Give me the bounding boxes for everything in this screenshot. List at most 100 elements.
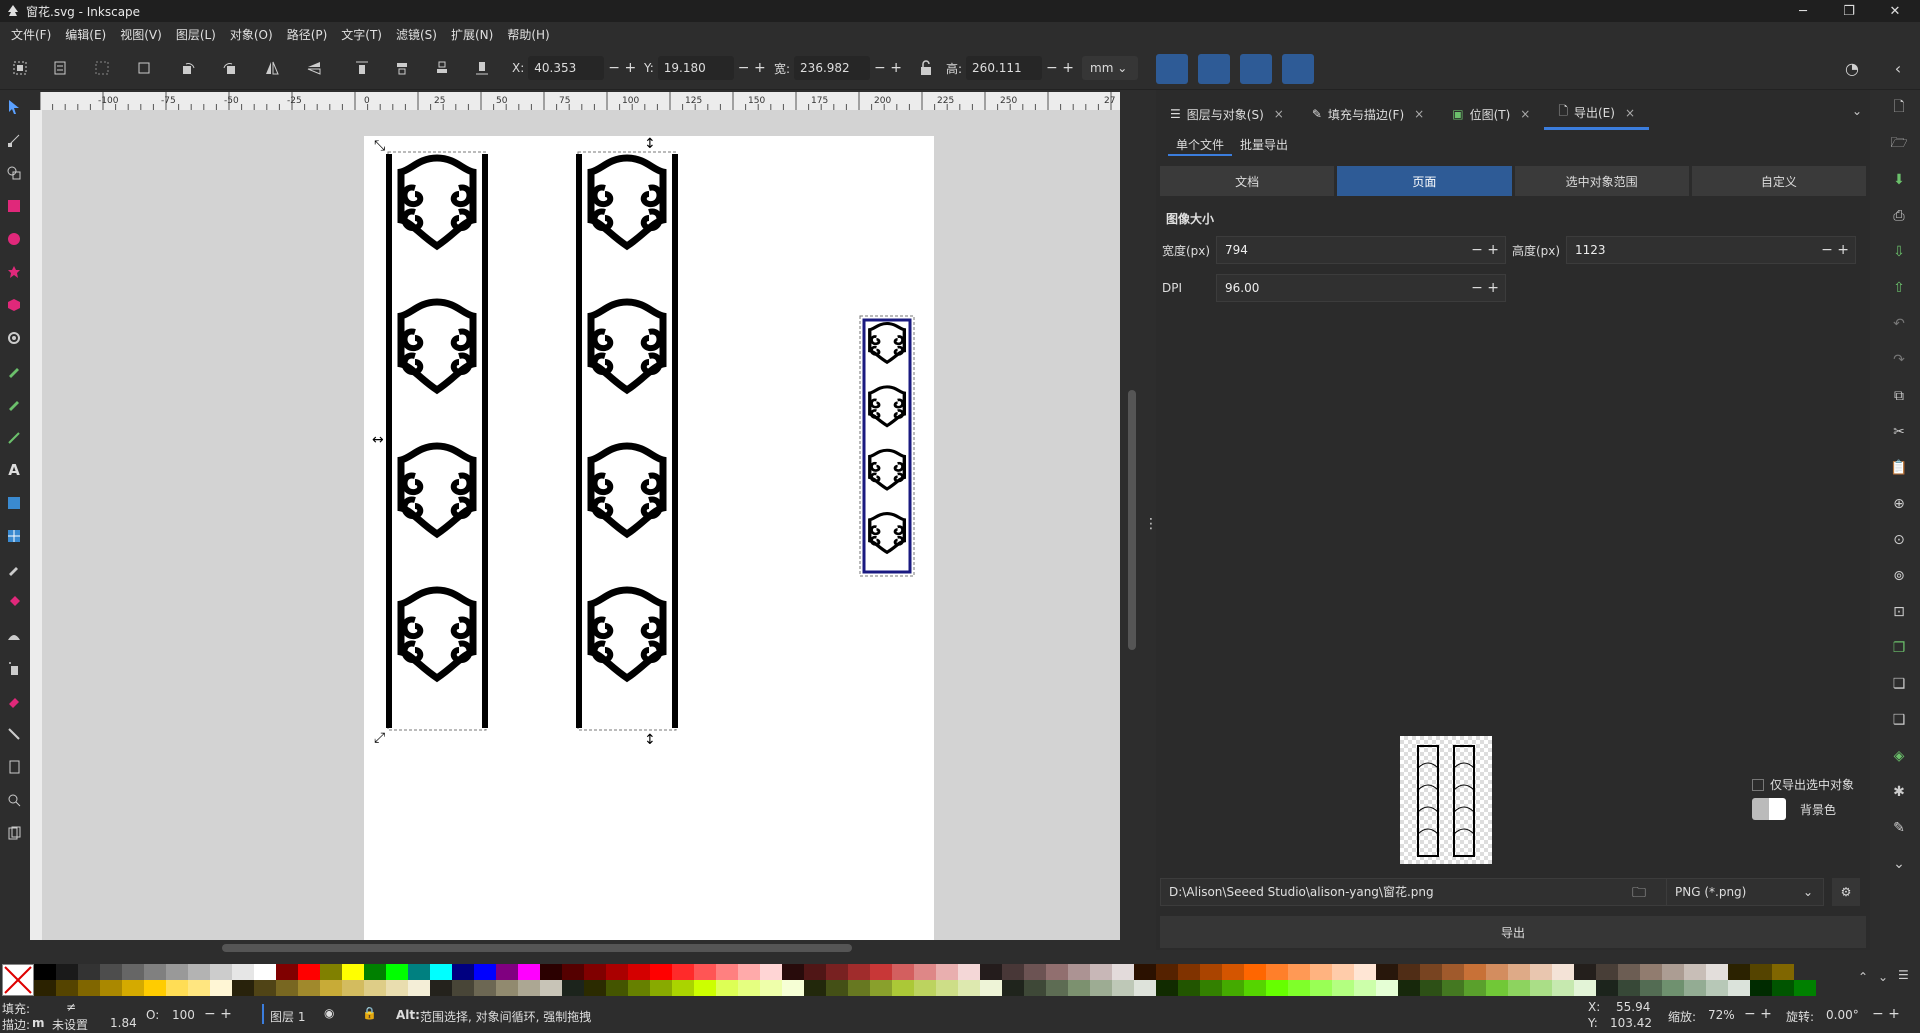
color-swatch[interactable] — [1332, 980, 1354, 996]
stroke-m-indicator[interactable]: m — [32, 1016, 45, 1030]
color-swatch[interactable] — [694, 980, 716, 996]
color-swatch[interactable] — [1112, 980, 1134, 996]
color-swatch[interactable] — [980, 964, 1002, 980]
window-flower-right[interactable] — [578, 150, 676, 731]
color-swatch[interactable] — [672, 980, 694, 996]
fill-indicator[interactable]: ≠ — [66, 1000, 76, 1014]
color-swatch[interactable] — [672, 964, 694, 980]
scale-handle-icon[interactable]: ↔ — [372, 432, 384, 448]
open-button[interactable]: 🗁 — [1878, 126, 1920, 162]
color-swatch[interactable] — [1420, 980, 1442, 996]
color-swatch[interactable] — [188, 980, 210, 996]
color-swatch[interactable] — [56, 980, 78, 996]
opacity-input[interactable]: 100 — [172, 1008, 195, 1022]
color-swatch[interactable] — [1266, 964, 1288, 980]
color-swatch[interactable] — [738, 964, 760, 980]
color-swatch[interactable] — [782, 980, 804, 996]
window-flower-left[interactable] — [388, 150, 486, 731]
color-swatch[interactable] — [188, 964, 210, 980]
color-swatch[interactable] — [562, 980, 584, 996]
color-swatch[interactable] — [1530, 980, 1552, 996]
lock-ratio-button[interactable] — [914, 56, 938, 80]
new-document-button[interactable]: 🗋 — [1878, 90, 1920, 126]
rectangle-tool[interactable] — [0, 189, 28, 222]
y-stepper[interactable]: − + — [738, 60, 766, 76]
color-swatch[interactable] — [232, 964, 254, 980]
color-swatch[interactable] — [606, 980, 628, 996]
color-swatch[interactable] — [826, 964, 848, 980]
browse-folder-button[interactable]: 🗀 — [1632, 882, 1646, 906]
color-swatch[interactable] — [210, 964, 232, 980]
color-swatch[interactable] — [298, 980, 320, 996]
document-properties-button[interactable]: ✎ — [1878, 810, 1920, 846]
height-px-input[interactable]: 1123 − + — [1566, 236, 1856, 264]
color-swatch[interactable] — [1706, 964, 1728, 980]
x-stepper[interactable]: − + — [608, 60, 636, 76]
color-swatch[interactable] — [408, 964, 430, 980]
color-swatch[interactable] — [496, 964, 518, 980]
raise-to-top-button[interactable] — [350, 56, 374, 80]
gradient-tool[interactable] — [0, 486, 28, 519]
color-swatch[interactable] — [320, 964, 342, 980]
mesh-tool[interactable] — [0, 519, 28, 552]
color-swatch[interactable] — [1662, 980, 1684, 996]
stroke-width-value[interactable]: 1.84 — [110, 1016, 137, 1030]
mode-custom[interactable]: 自定义 — [1691, 166, 1866, 196]
copy-button[interactable]: ⧉ — [1878, 378, 1920, 414]
color-swatch[interactable] — [914, 964, 936, 980]
zoom-input[interactable]: 72% — [1708, 1008, 1735, 1022]
color-swatch[interactable] — [1332, 964, 1354, 980]
color-swatch[interactable] — [870, 964, 892, 980]
eraser-tool[interactable] — [0, 684, 28, 717]
color-swatch[interactable] — [584, 964, 606, 980]
color-swatch[interactable] — [1574, 964, 1596, 980]
subtab-single-file[interactable]: 单个文件 — [1168, 134, 1233, 156]
box3d-tool[interactable] — [0, 288, 28, 321]
color-swatch[interactable] — [56, 964, 78, 980]
paint-bucket-tool[interactable] — [0, 585, 28, 618]
color-swatch[interactable] — [628, 980, 650, 996]
color-swatch[interactable] — [364, 964, 386, 980]
menu-view[interactable]: 视图(V) — [113, 26, 169, 43]
color-swatch[interactable] — [408, 980, 430, 996]
color-swatch[interactable] — [562, 964, 584, 980]
more-commands-button[interactable]: ⌄ — [1878, 846, 1920, 882]
vertical-ruler[interactable] — [30, 110, 42, 940]
color-swatch[interactable] — [1288, 980, 1310, 996]
canvas[interactable]: ⤡ ↕ ↔ ⤢ ↕ — [42, 110, 1120, 940]
color-swatch[interactable] — [1002, 964, 1024, 980]
restore-button[interactable]: ❐ — [1826, 0, 1872, 22]
color-swatch[interactable] — [1112, 964, 1134, 980]
print-button[interactable]: ⎙ — [1878, 198, 1920, 234]
color-swatch[interactable] — [1772, 964, 1794, 980]
scale-handle-icon[interactable]: ↕ — [644, 136, 656, 152]
layer-visibility-toggle[interactable]: ◉ — [324, 1006, 334, 1020]
color-swatch[interactable] — [122, 980, 144, 996]
color-swatch[interactable] — [1750, 964, 1772, 980]
color-swatch[interactable] — [430, 980, 452, 996]
color-swatch[interactable] — [1156, 980, 1178, 996]
color-swatch[interactable] — [1442, 980, 1464, 996]
node-tool[interactable] — [0, 123, 28, 156]
width-input[interactable]: 236.982 — [794, 56, 871, 80]
scale-handle-icon[interactable]: ⤡ — [374, 138, 385, 154]
color-swatch[interactable] — [1244, 964, 1266, 980]
color-swatch[interactable] — [892, 980, 914, 996]
export-cmd-button[interactable]: ⇧ — [1878, 270, 1920, 306]
export-button[interactable]: 导出 — [1160, 916, 1866, 948]
color-swatch[interactable] — [210, 980, 232, 996]
color-swatch[interactable] — [1684, 964, 1706, 980]
color-swatch[interactable] — [452, 964, 474, 980]
color-swatch[interactable] — [276, 980, 298, 996]
scale-stroke-toggle[interactable] — [1156, 54, 1188, 84]
y-input[interactable]: 19.180 — [657, 56, 734, 80]
color-swatch[interactable] — [1794, 980, 1816, 996]
menu-filters[interactable]: 滤镜(S) — [389, 26, 444, 43]
color-swatch[interactable] — [738, 980, 760, 996]
scale-corners-toggle[interactable] — [1198, 54, 1230, 84]
color-swatch[interactable] — [1354, 980, 1376, 996]
color-swatch[interactable] — [364, 980, 386, 996]
color-swatch[interactable] — [1266, 980, 1288, 996]
color-swatch[interactable] — [320, 980, 342, 996]
rotate-input[interactable]: 0.00° — [1826, 1008, 1859, 1022]
